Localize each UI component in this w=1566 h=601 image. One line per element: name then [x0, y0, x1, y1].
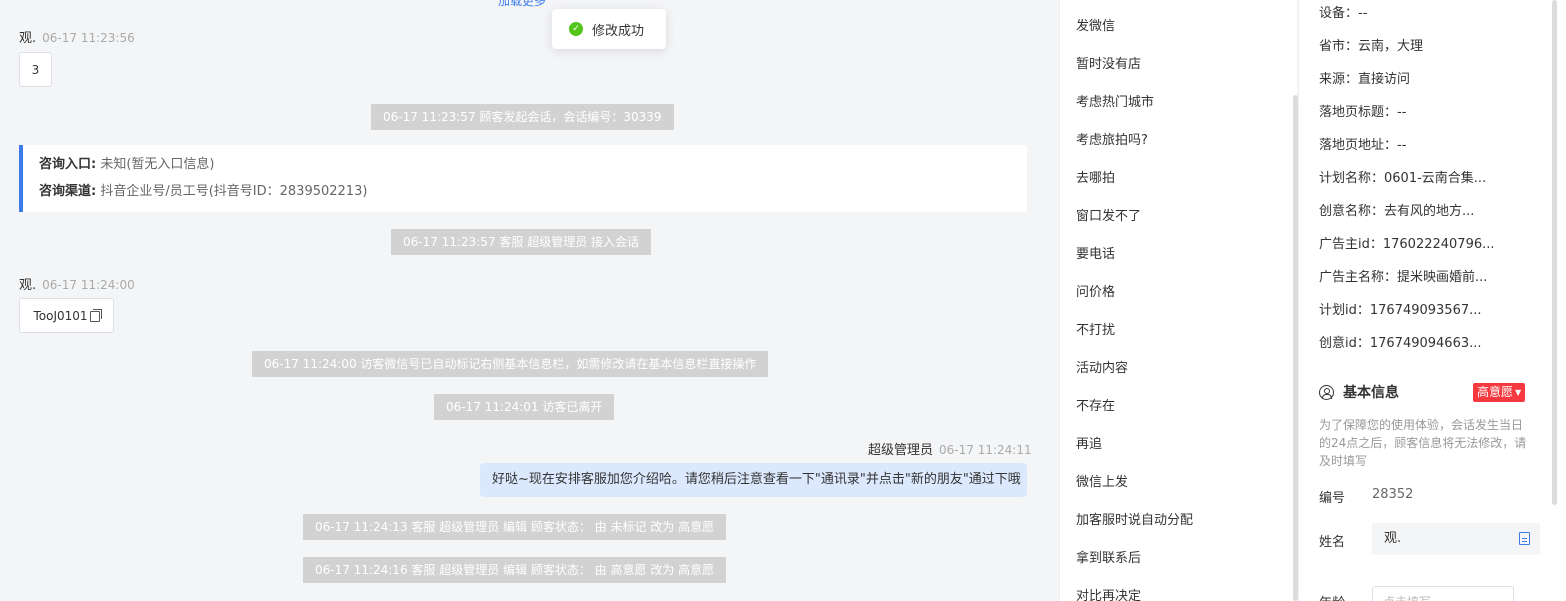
- success-toast: ✓ 修改成功: [552, 9, 666, 49]
- system-notice: 06-17 11:24:00 访客微信号已自动标记右侧基本信息栏，如需修改请在基…: [252, 351, 769, 377]
- message-text: TooJ0101: [33, 308, 88, 323]
- load-more-link[interactable]: 加载更多: [498, 0, 546, 9]
- message-time: 06-17 11:24:11: [939, 443, 1032, 457]
- document-icon[interactable]: [1519, 532, 1530, 545]
- info-row-advertiser-name: 广告主名称：提米映画婚前...: [1319, 270, 1488, 285]
- info-row-plan-name: 计划名称：0601-云南合集...: [1319, 171, 1487, 186]
- quick-reply-item[interactable]: 加客服时说自动分配: [1076, 509, 1193, 528]
- info-row-source: 来源：直接访问: [1319, 72, 1411, 87]
- id-label: 编号: [1319, 491, 1346, 506]
- id-value: 28352: [1372, 487, 1414, 502]
- system-notice: 06-17 11:24:01 访客已离开: [434, 394, 615, 420]
- info-row-plan-id: 计划id：176749093567...: [1319, 303, 1482, 318]
- consult-entry-label: 咨询入口:: [39, 157, 97, 172]
- message-text: 3: [31, 62, 40, 77]
- user-circle-icon: [1319, 384, 1334, 400]
- info-row-landing-title: 落地页标题：--: [1319, 105, 1407, 120]
- section-title: 基本信息: [1343, 385, 1399, 401]
- consult-channel-value: 抖音企业号/员工号(抖音号ID：2839502213): [100, 184, 368, 199]
- quick-reply-item[interactable]: 不存在: [1076, 395, 1115, 414]
- info-row-creative-id: 创意id：176749094663...: [1319, 336, 1482, 351]
- info-row-creative-name: 创意名称：去有风的地方...: [1319, 204, 1475, 219]
- agent-name: 超级管理员: [868, 443, 934, 458]
- message-time: 06-17 11:24:00: [42, 278, 135, 292]
- consult-entry-row: 咨询入口: 未知(暂无入口信息): [39, 155, 1027, 182]
- quick-reply-item[interactable]: 微信上发: [1076, 471, 1128, 490]
- age-label: 年龄: [1319, 592, 1345, 601]
- agent-message-meta: 超级管理员 06-17 11:24:11: [868, 439, 1032, 458]
- system-notice: 06-17 11:23:57 顾客发起会话，会话编号：30339: [371, 104, 674, 130]
- info-panel-scrollbar[interactable]: [1552, 0, 1557, 505]
- name-label: 姓名: [1319, 535, 1346, 550]
- intent-status-dropdown[interactable]: 高意愿 ▼: [1473, 383, 1526, 402]
- info-row-device: 设备：--: [1319, 6, 1368, 21]
- check-circle-icon: ✓: [569, 22, 583, 36]
- toast-text: 修改成功: [592, 23, 645, 39]
- intent-status-label: 高意愿: [1477, 385, 1514, 399]
- visitor-message: 3: [19, 52, 52, 87]
- agent-message: 好哒~现在安排客服加您介绍哈。请您稍后注意查看一下"通讯录"并点击"新的朋友"通…: [480, 463, 1027, 497]
- message-meta: 观. 06-17 11:24:00: [19, 274, 135, 293]
- quick-reply-item[interactable]: 考虑热门城市: [1076, 91, 1154, 110]
- quick-reply-item[interactable]: 拿到联系后: [1076, 547, 1141, 566]
- quick-reply-item[interactable]: 去哪拍: [1076, 167, 1115, 186]
- basic-info-header: 基本信息: [1319, 382, 1399, 402]
- quick-reply-item[interactable]: 要电话: [1076, 243, 1115, 262]
- edit-notice: 为了保障您的使用体验，会话发生当日的24点之后，顾客信息将无法修改，请及时填写: [1319, 418, 1527, 468]
- quick-reply-item[interactable]: 暂时没有店: [1076, 53, 1141, 72]
- quick-reply-list: 发微信 暂时没有店 考虑热门城市 考虑旅拍吗? 去哪拍 窗口发不了 要电话 问价…: [1059, 0, 1298, 601]
- message-meta: 观. 06-17 11:23:56: [19, 27, 135, 46]
- system-notice: 06-17 11:23:57 客服 超级管理员 接入会话: [391, 229, 652, 255]
- quick-reply-item[interactable]: 对比再决定: [1076, 585, 1141, 601]
- sender-name: 观.: [19, 31, 37, 46]
- consult-channel-label: 咨询渠道:: [39, 184, 97, 199]
- info-row-region: 省市：云南，大理: [1319, 39, 1424, 54]
- quick-reply-item[interactable]: 再追: [1076, 433, 1102, 452]
- customer-info-panel: 设备：-- 省市：云南，大理 来源：直接访问 落地页标题：-- 落地页地址：--…: [1298, 0, 1566, 601]
- quick-reply-item[interactable]: 不打扰: [1076, 319, 1115, 338]
- quick-reply-item[interactable]: 活动内容: [1076, 357, 1128, 376]
- quick-reply-item[interactable]: 发微信: [1076, 15, 1115, 34]
- quick-reply-item[interactable]: 问价格: [1076, 281, 1115, 300]
- consult-info-card: 咨询入口: 未知(暂无入口信息) 咨询渠道: 抖音企业号/员工号(抖音号ID：2…: [19, 145, 1027, 212]
- caret-down-icon: ▼: [1515, 388, 1522, 397]
- system-notice: 06-17 11:24:16 客服 超级管理员 编辑 顾客状态： 由 高意愿 改…: [303, 557, 727, 583]
- quick-reply-item[interactable]: 考虑旅拍吗?: [1076, 129, 1148, 148]
- name-field[interactable]: 观.: [1372, 523, 1540, 555]
- info-row-landing-url: 落地页地址：--: [1319, 138, 1407, 153]
- visitor-message: TooJ0101: [19, 298, 114, 333]
- age-field[interactable]: 点击填写: [1372, 586, 1514, 601]
- message-time: 06-17 11:23:56: [42, 31, 135, 45]
- consult-entry-value: 未知(暂无入口信息): [100, 157, 215, 172]
- sender-name: 观.: [19, 278, 37, 293]
- copy-icon[interactable]: [89, 309, 102, 322]
- chat-pane: 加载更多 观. 06-17 11:23:56 3 06-17 11:23:57 顾…: [0, 0, 1046, 601]
- system-notice: 06-17 11:24:13 客服 超级管理员 编辑 顾客状态： 由 未标记 改…: [303, 514, 727, 540]
- consult-channel-row: 咨询渠道: 抖音企业号/员工号(抖音号ID：2839502213): [39, 182, 1027, 209]
- info-row-advertiser-id: 广告主id：176022240796...: [1319, 237, 1495, 252]
- quick-reply-item[interactable]: 窗口发不了: [1076, 205, 1141, 224]
